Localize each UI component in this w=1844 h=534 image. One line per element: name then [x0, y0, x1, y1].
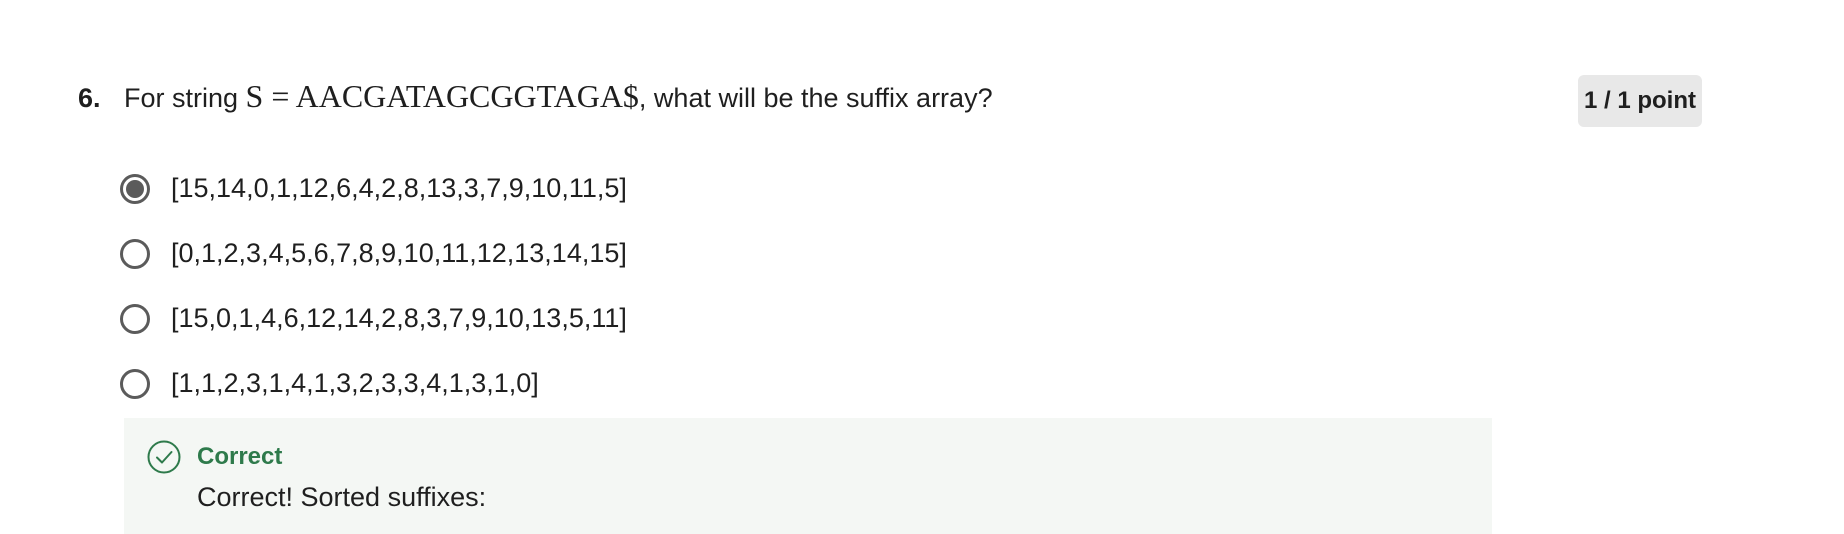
answer-option-label: [15,14,0,1,12,6,4,2,8,13,3,7,9,10,11,5]	[171, 173, 627, 203]
score-badge: 1 / 1 point	[1578, 75, 1702, 127]
radio-button[interactable]	[120, 368, 150, 399]
feedback-message: Correct! Sorted suffixes:	[197, 482, 487, 512]
feedback-status: Correct	[197, 443, 283, 470]
answer-option-1[interactable]: [15,14,0,1,12,6,4,2,8,13,3,7,9,10,11,5]	[120, 156, 627, 221]
check-circle-icon	[147, 440, 181, 474]
question-text-before: For string	[124, 83, 246, 113]
answer-option-4[interactable]: [1,1,2,3,1,4,1,3,2,3,3,4,1,3,1,0]	[120, 351, 627, 416]
radio-button[interactable]	[120, 303, 150, 334]
answer-options: [15,14,0,1,12,6,4,2,8,13,3,7,9,10,11,5] …	[120, 156, 627, 416]
radio-selected-dot	[126, 179, 144, 198]
question-text: For string S = AACGATAGCGGTAGA$, what wi…	[124, 76, 993, 118]
answer-option-3[interactable]: [15,0,1,4,6,12,14,2,8,3,7,9,10,13,5,11]	[120, 286, 627, 351]
feedback-panel: Correct Correct! Sorted suffixes:	[124, 418, 1492, 534]
answer-option-label: [15,0,1,4,6,12,14,2,8,3,7,9,10,13,5,11]	[171, 303, 627, 333]
answer-option-label: [0,1,2,3,4,5,6,7,8,9,10,11,12,13,14,15]	[171, 238, 627, 268]
answer-option-2[interactable]: [0,1,2,3,4,5,6,7,8,9,10,11,12,13,14,15]	[120, 221, 627, 286]
radio-button[interactable]	[120, 238, 150, 269]
answer-option-label: [1,1,2,3,1,4,1,3,2,3,3,4,1,3,1,0]	[171, 368, 539, 398]
question-text-after: , what will be the suffix array?	[638, 83, 993, 113]
quiz-page: 6. For string S = AACGATAGCGGTAGA$, what…	[0, 0, 1844, 534]
question-math-expression: S = AACGATAGCGGTAGA$	[245, 78, 639, 114]
question-number: 6.	[78, 83, 101, 113]
radio-button-selected[interactable]	[120, 173, 150, 204]
